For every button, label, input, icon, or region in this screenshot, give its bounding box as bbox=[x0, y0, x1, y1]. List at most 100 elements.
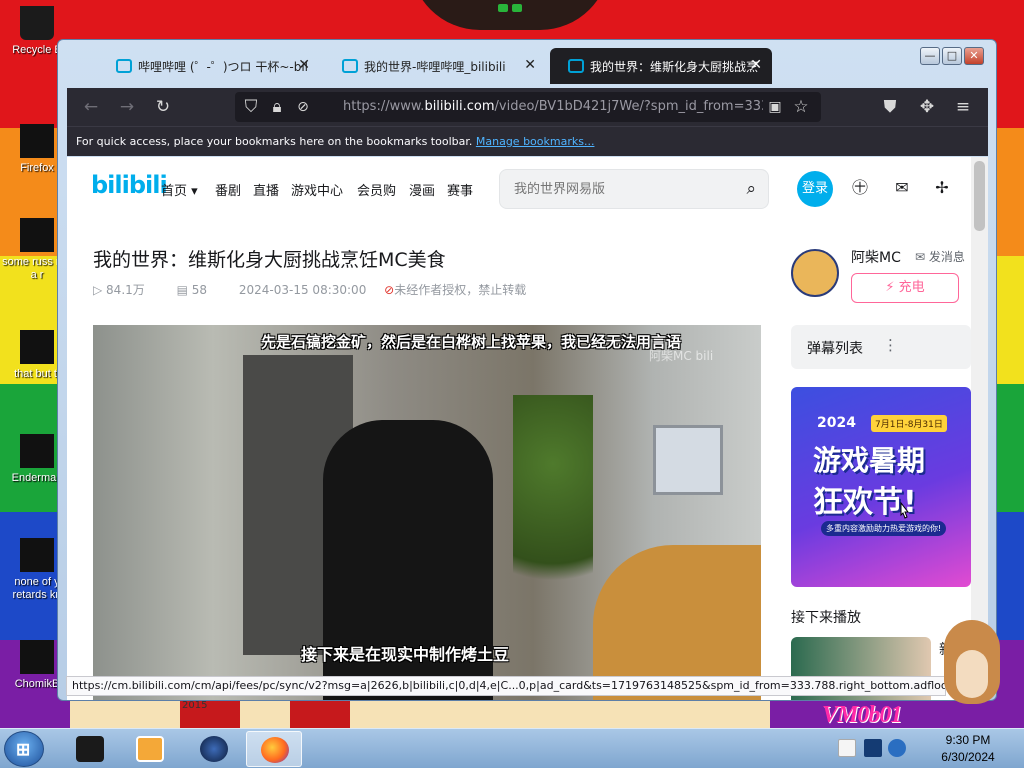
search-box: ⌕ bbox=[499, 169, 769, 209]
back-icon[interactable]: ← bbox=[81, 97, 101, 117]
bookmarks-hint: For quick access, place your bookmarks h… bbox=[76, 135, 473, 148]
network-icon[interactable] bbox=[864, 739, 882, 757]
minimize-button[interactable]: — bbox=[920, 47, 940, 65]
danmaku-count: ▤ 58 bbox=[176, 283, 208, 297]
nav-esports[interactable]: 赛事 bbox=[447, 180, 473, 199]
ad-headline-1: 游戏暑期 bbox=[813, 444, 926, 477]
ad-year: 2024 bbox=[817, 415, 856, 431]
nav-game-center[interactable]: 游戏中心 bbox=[291, 180, 343, 199]
status-bar-url: https://cm.bilibili.com/cm/api/fees/pc/s… bbox=[66, 676, 946, 696]
ad-banner[interactable]: 2024 7月1日-8月31日 游戏暑期 狂欢节! 多重内容激励助力热爱游戏的你… bbox=[791, 387, 971, 587]
taskbar-app-console[interactable] bbox=[62, 731, 118, 767]
login-button[interactable]: 登录 bbox=[797, 171, 833, 207]
maximize-button[interactable]: □ bbox=[942, 47, 962, 65]
video-title: 我的世界：维斯化身大厨挑战烹饪MC美食 bbox=[93, 249, 446, 271]
firefox-icon bbox=[261, 737, 289, 763]
video-player[interactable]: 阿柴MC bili 先是石镐挖金矿，然后是在白桦树上找苹果，我已经无法用言语 接… bbox=[93, 325, 761, 700]
message-icon[interactable]: ✉ bbox=[891, 177, 913, 199]
taskbar: ⊞ 9:30 PM 6/30/2024 bbox=[0, 728, 1024, 768]
start-button[interactable]: ⊞ bbox=[4, 731, 44, 767]
hamster-mascot bbox=[940, 606, 1004, 704]
close-tab-icon[interactable]: ✕ bbox=[750, 57, 762, 73]
no-repost-notice: ⊘未经作者授权，禁止转载 bbox=[384, 283, 527, 297]
extensions-icon[interactable]: ✥ bbox=[917, 97, 937, 117]
nav-toolbar: ← → ↻ ⛉ 🔒︎ ⊘ https://www.bilibili.com/vi… bbox=[67, 88, 988, 126]
nav-manga[interactable]: 漫画 bbox=[409, 180, 435, 199]
creature-eye bbox=[512, 4, 522, 12]
send-message-link[interactable]: ✉ 发消息 bbox=[915, 248, 965, 265]
file-icon bbox=[20, 538, 54, 572]
clock-time[interactable]: 9:30 PM bbox=[928, 733, 1008, 747]
subtitle-top: 先是石镐挖金矿，然后是在白桦树上找苹果，我已经无法用言语 bbox=[261, 333, 682, 351]
search-icon[interactable]: ⌕ bbox=[746, 179, 756, 199]
close-window-button[interactable]: ✕ bbox=[964, 47, 984, 65]
bilibili-tv-icon bbox=[568, 59, 584, 73]
taskbar-app-media[interactable] bbox=[122, 731, 178, 767]
forbidden-icon: ⊘ bbox=[384, 283, 395, 297]
ad-date: 7月1日-8月31日 bbox=[871, 415, 947, 432]
tab-title: 我的世界：维斯化身大厨挑战烹 bbox=[590, 60, 759, 74]
browser-window: 哔哩哔哩 (゜-゜)つロ 干杯~-bil ✕ 我的世界-哔哩哔哩_bilibil… bbox=[57, 39, 997, 701]
close-tab-icon[interactable]: ✕ bbox=[298, 57, 310, 73]
site-header: bilibili 首页 ▾ 番剧 直播 游戏中心 会员购 漫画 赛事 ⌕ 登录 … bbox=[67, 157, 971, 221]
views-count: ▷ 84.1万 bbox=[93, 283, 145, 297]
page-viewport: bilibili 首页 ▾ 番剧 直播 游戏中心 会员购 漫画 赛事 ⌕ 登录 … bbox=[67, 157, 988, 700]
wallpaper-art: 2015 bbox=[70, 700, 770, 730]
publish-date: 2024-03-15 08:30:00 bbox=[238, 283, 367, 297]
bilibili-tv-icon bbox=[116, 59, 132, 73]
big-member-icon[interactable]: ㊉ bbox=[849, 177, 871, 199]
nav-home[interactable]: 首页 ▾ bbox=[161, 180, 198, 199]
uploader-name[interactable]: 阿柴MC bbox=[851, 247, 901, 267]
tab-minecraft-search[interactable]: 我的世界-哔哩哔哩_bilibili ✕ bbox=[324, 48, 546, 84]
tab-title: 哔哩哔哩 (゜-゜)つロ 干杯~-bil bbox=[138, 60, 308, 74]
taskbar-app-firefox[interactable] bbox=[246, 731, 302, 767]
bilibili-logo[interactable]: bilibili bbox=[91, 171, 168, 199]
windows-logo-icon: ⊞ bbox=[16, 740, 31, 759]
danmaku-list-panel[interactable]: 弹幕列表 ⋮ bbox=[791, 325, 971, 369]
close-tab-icon[interactable]: ✕ bbox=[524, 57, 536, 73]
volume-icon[interactable] bbox=[888, 739, 906, 757]
file-icon bbox=[20, 330, 54, 364]
file-icon bbox=[20, 218, 54, 252]
url-bar[interactable]: ⛉ 🔒︎ ⊘ https://www.bilibili.com/video/BV… bbox=[235, 92, 821, 122]
more-vertical-icon[interactable]: ⋮ bbox=[883, 336, 898, 354]
search-input[interactable] bbox=[514, 179, 724, 199]
media-player-icon bbox=[136, 736, 164, 762]
tab-title: 我的世界-哔哩哔哩_bilibili bbox=[364, 60, 506, 74]
hamster-icon bbox=[20, 640, 54, 674]
globe-icon bbox=[200, 736, 228, 762]
recycle-bin-icon bbox=[20, 6, 54, 40]
up-next-label: 接下来播放 bbox=[791, 610, 861, 626]
bookmark-star-icon[interactable]: ☆ bbox=[791, 97, 811, 117]
reload-icon[interactable]: ↻ bbox=[153, 97, 173, 117]
nav-live[interactable]: 直播 bbox=[253, 180, 279, 199]
dynamic-icon[interactable]: ✢ bbox=[931, 177, 953, 199]
nav-anime[interactable]: 番剧 bbox=[215, 180, 241, 199]
bookmarks-toolbar: For quick access, place your bookmarks h… bbox=[67, 126, 988, 156]
pocket-icon[interactable]: ⛊ bbox=[880, 97, 900, 117]
firefox-icon bbox=[20, 124, 54, 158]
clock-date[interactable]: 6/30/2024 bbox=[928, 750, 1008, 764]
system-tray: 9:30 PM 6/30/2024 bbox=[834, 729, 1024, 768]
tab-bilibili-home[interactable]: 哔哩哔哩 (゜-゜)つロ 干杯~-bil ✕ bbox=[98, 48, 320, 84]
picture-in-picture-icon[interactable]: ▣ bbox=[765, 97, 785, 117]
taskbar-app-globe[interactable] bbox=[186, 731, 242, 767]
nav-mall[interactable]: 会员购 bbox=[357, 180, 396, 199]
charge-button[interactable]: ⚡ 充电 bbox=[851, 273, 959, 303]
lock-icon[interactable]: 🔒︎ bbox=[267, 97, 287, 117]
creature-eye bbox=[498, 4, 508, 12]
forward-icon[interactable]: → bbox=[117, 97, 137, 117]
manage-bookmarks-link[interactable]: Manage bookmarks... bbox=[476, 135, 595, 148]
tab-strip: 哔哩哔哩 (゜-゜)つロ 干杯~-bil ✕ 我的世界-哔哩哔哩_bilibil… bbox=[98, 48, 838, 86]
scroll-thumb[interactable] bbox=[974, 161, 985, 231]
uploader-avatar[interactable] bbox=[791, 249, 839, 297]
tracking-protection-icon[interactable]: ⊘ bbox=[293, 97, 313, 117]
video-meta: ▷ 84.1万 ▤ 58 2024-03-15 08:30:00 ⊘未经作者授权… bbox=[93, 281, 554, 298]
show-hidden-icons-icon[interactable] bbox=[838, 739, 856, 757]
enderman-icon bbox=[20, 434, 54, 468]
terminal-icon bbox=[76, 736, 104, 762]
tab-video-active[interactable]: 我的世界：维斯化身大厨挑战烹 ✕ bbox=[550, 48, 772, 84]
shield-icon[interactable]: ⛉ bbox=[241, 97, 261, 117]
menu-icon[interactable]: ≡ bbox=[953, 97, 973, 117]
url-text[interactable]: https://www.bilibili.com/video/BV1bD421j… bbox=[343, 99, 763, 114]
